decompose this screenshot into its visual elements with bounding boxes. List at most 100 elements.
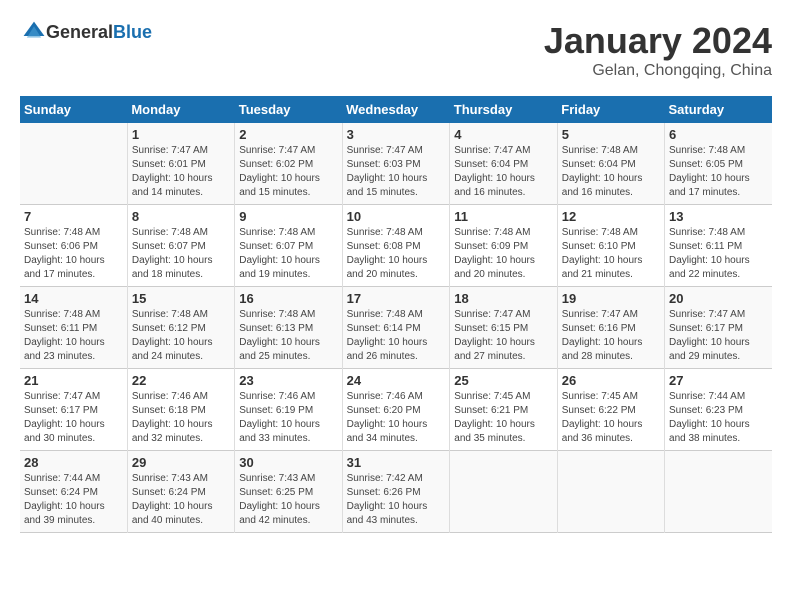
- day-info: Sunrise: 7:47 AM Sunset: 6:15 PM Dayligh…: [454, 308, 552, 364]
- day-number: 4: [454, 127, 552, 142]
- calendar-day-cell: 20 Sunrise: 7:47 AM Sunset: 6:17 PM Dayli…: [665, 287, 772, 369]
- day-number: 2: [239, 127, 337, 142]
- day-info: Sunrise: 7:47 AM Sunset: 6:17 PM Dayligh…: [24, 390, 123, 446]
- day-info: Sunrise: 7:45 AM Sunset: 6:21 PM Dayligh…: [454, 390, 552, 446]
- calendar-day-cell: 3 Sunrise: 7:47 AM Sunset: 6:03 PM Daylig…: [342, 123, 450, 205]
- day-info: Sunrise: 7:48 AM Sunset: 6:07 PM Dayligh…: [239, 226, 337, 282]
- day-number: 10: [347, 209, 446, 224]
- day-info: Sunrise: 7:44 AM Sunset: 6:24 PM Dayligh…: [24, 472, 123, 528]
- calendar-day-cell: 18 Sunrise: 7:47 AM Sunset: 6:15 PM Dayli…: [450, 287, 557, 369]
- day-number: 28: [24, 455, 123, 470]
- calendar-day-cell: 22 Sunrise: 7:46 AM Sunset: 6:18 PM Dayli…: [127, 369, 234, 451]
- calendar-day-cell: 2Sunrise: 7:47 AM Sunset: 6:02 PM Daylig…: [235, 123, 342, 205]
- day-info: Sunrise: 7:48 AM Sunset: 6:09 PM Dayligh…: [454, 226, 552, 282]
- calendar-week-row: 28 Sunrise: 7:44 AM Sunset: 6:24 PM Dayli…: [20, 451, 772, 533]
- calendar-week-row: 14Sunrise: 7:48 AM Sunset: 6:11 PM Dayli…: [20, 287, 772, 369]
- day-info: Sunrise: 7:48 AM Sunset: 6:06 PM Dayligh…: [24, 226, 123, 282]
- calendar-subtitle: Gelan, Chongqing, China: [544, 62, 772, 80]
- calendar-day-cell: 21 Sunrise: 7:47 AM Sunset: 6:17 PM Dayli…: [20, 369, 127, 451]
- day-number: 20: [669, 291, 768, 306]
- day-info: Sunrise: 7:48 AM Sunset: 6:13 PM Dayligh…: [239, 308, 337, 364]
- day-number: 7: [24, 209, 123, 224]
- day-info: Sunrise: 7:48 AM Sunset: 6:12 PM Dayligh…: [132, 308, 230, 364]
- day-info: Sunrise: 7:48 AM Sunset: 6:11 PM Dayligh…: [24, 308, 123, 364]
- calendar-table: SundayMondayTuesdayWednesdayThursdayFrid…: [20, 96, 772, 533]
- calendar-day-cell: 14Sunrise: 7:48 AM Sunset: 6:11 PM Dayli…: [20, 287, 127, 369]
- day-info: Sunrise: 7:47 AM Sunset: 6:17 PM Dayligh…: [669, 308, 768, 364]
- calendar-day-cell: [557, 451, 664, 533]
- day-info: Sunrise: 7:47 AM Sunset: 6:03 PM Dayligh…: [347, 144, 446, 200]
- calendar-day-cell: 11 Sunrise: 7:48 AM Sunset: 6:09 PM Dayli…: [450, 205, 557, 287]
- calendar-week-row: 7 Sunrise: 7:48 AM Sunset: 6:06 PM Daylig…: [20, 205, 772, 287]
- day-of-week-header: Tuesday: [235, 96, 342, 123]
- day-number: 17: [347, 291, 446, 306]
- day-number: 29: [132, 455, 230, 470]
- day-info: Sunrise: 7:48 AM Sunset: 6:04 PM Dayligh…: [562, 144, 660, 200]
- day-of-week-header: Wednesday: [342, 96, 450, 123]
- calendar-day-cell: 31Sunrise: 7:42 AM Sunset: 6:26 PM Dayli…: [342, 451, 450, 533]
- logo-general: General: [46, 22, 113, 42]
- calendar-day-cell: 5Sunrise: 7:48 AM Sunset: 6:04 PM Daylig…: [557, 123, 664, 205]
- day-info: Sunrise: 7:48 AM Sunset: 6:05 PM Dayligh…: [669, 144, 768, 200]
- calendar-day-cell: 24 Sunrise: 7:46 AM Sunset: 6:20 PM Dayli…: [342, 369, 450, 451]
- calendar-day-cell: 17Sunrise: 7:48 AM Sunset: 6:14 PM Dayli…: [342, 287, 450, 369]
- calendar-title: January 2024: [544, 20, 772, 62]
- day-number: 15: [132, 291, 230, 306]
- day-number: 26: [562, 373, 660, 388]
- calendar-day-cell: 1 Sunrise: 7:47 AM Sunset: 6:01 PM Daylig…: [127, 123, 234, 205]
- calendar-day-cell: 9Sunrise: 7:48 AM Sunset: 6:07 PM Daylig…: [235, 205, 342, 287]
- logo-icon: [22, 20, 46, 44]
- day-number: 22: [132, 373, 230, 388]
- day-of-week-header: Saturday: [665, 96, 772, 123]
- calendar-day-cell: 29 Sunrise: 7:43 AM Sunset: 6:24 PM Dayli…: [127, 451, 234, 533]
- logo: GeneralBlue: [20, 20, 152, 44]
- day-of-week-header: Monday: [127, 96, 234, 123]
- day-number: 11: [454, 209, 552, 224]
- day-number: 13: [669, 209, 768, 224]
- day-info: Sunrise: 7:47 AM Sunset: 6:04 PM Dayligh…: [454, 144, 552, 200]
- page-header: GeneralBlue January 2024 Gelan, Chongqin…: [20, 20, 772, 80]
- day-number: 27: [669, 373, 768, 388]
- calendar-day-cell: 23 Sunrise: 7:46 AM Sunset: 6:19 PM Dayli…: [235, 369, 342, 451]
- day-info: Sunrise: 7:48 AM Sunset: 6:10 PM Dayligh…: [562, 226, 660, 282]
- calendar-day-cell: 28 Sunrise: 7:44 AM Sunset: 6:24 PM Dayli…: [20, 451, 127, 533]
- day-of-week-header: Thursday: [450, 96, 557, 123]
- day-of-week-header: Friday: [557, 96, 664, 123]
- calendar-day-cell: 13 Sunrise: 7:48 AM Sunset: 6:11 PM Dayli…: [665, 205, 772, 287]
- day-number: 24: [347, 373, 446, 388]
- day-info: Sunrise: 7:43 AM Sunset: 6:25 PM Dayligh…: [239, 472, 337, 528]
- day-info: Sunrise: 7:48 AM Sunset: 6:08 PM Dayligh…: [347, 226, 446, 282]
- day-info: Sunrise: 7:43 AM Sunset: 6:24 PM Dayligh…: [132, 472, 230, 528]
- day-number: 21: [24, 373, 123, 388]
- day-number: 1: [132, 127, 230, 142]
- day-info: Sunrise: 7:47 AM Sunset: 6:16 PM Dayligh…: [562, 308, 660, 364]
- day-info: Sunrise: 7:46 AM Sunset: 6:18 PM Dayligh…: [132, 390, 230, 446]
- day-info: Sunrise: 7:45 AM Sunset: 6:22 PM Dayligh…: [562, 390, 660, 446]
- calendar-day-cell: 19Sunrise: 7:47 AM Sunset: 6:16 PM Dayli…: [557, 287, 664, 369]
- day-number: 3: [347, 127, 446, 142]
- day-number: 8: [132, 209, 230, 224]
- calendar-day-cell: [20, 123, 127, 205]
- day-info: Sunrise: 7:47 AM Sunset: 6:01 PM Dayligh…: [132, 144, 230, 200]
- calendar-day-cell: 25Sunrise: 7:45 AM Sunset: 6:21 PM Dayli…: [450, 369, 557, 451]
- calendar-day-cell: 26 Sunrise: 7:45 AM Sunset: 6:22 PM Dayli…: [557, 369, 664, 451]
- calendar-day-cell: 6Sunrise: 7:48 AM Sunset: 6:05 PM Daylig…: [665, 123, 772, 205]
- day-number: 16: [239, 291, 337, 306]
- calendar-day-cell: 4 Sunrise: 7:47 AM Sunset: 6:04 PM Daylig…: [450, 123, 557, 205]
- calendar-day-cell: 8 Sunrise: 7:48 AM Sunset: 6:07 PM Daylig…: [127, 205, 234, 287]
- title-section: January 2024 Gelan, Chongqing, China: [544, 20, 772, 80]
- calendar-day-cell: 12 Sunrise: 7:48 AM Sunset: 6:10 PM Dayli…: [557, 205, 664, 287]
- day-number: 31: [347, 455, 446, 470]
- logo-blue: Blue: [113, 22, 152, 42]
- calendar-day-cell: 10 Sunrise: 7:48 AM Sunset: 6:08 PM Dayli…: [342, 205, 450, 287]
- day-info: Sunrise: 7:48 AM Sunset: 6:11 PM Dayligh…: [669, 226, 768, 282]
- day-number: 12: [562, 209, 660, 224]
- day-of-week-header: Sunday: [20, 96, 127, 123]
- day-info: Sunrise: 7:46 AM Sunset: 6:20 PM Dayligh…: [347, 390, 446, 446]
- calendar-week-row: 1 Sunrise: 7:47 AM Sunset: 6:01 PM Daylig…: [20, 123, 772, 205]
- day-number: 23: [239, 373, 337, 388]
- day-number: 18: [454, 291, 552, 306]
- day-info: Sunrise: 7:46 AM Sunset: 6:19 PM Dayligh…: [239, 390, 337, 446]
- day-info: Sunrise: 7:48 AM Sunset: 6:07 PM Dayligh…: [132, 226, 230, 282]
- calendar-header-row: SundayMondayTuesdayWednesdayThursdayFrid…: [20, 96, 772, 123]
